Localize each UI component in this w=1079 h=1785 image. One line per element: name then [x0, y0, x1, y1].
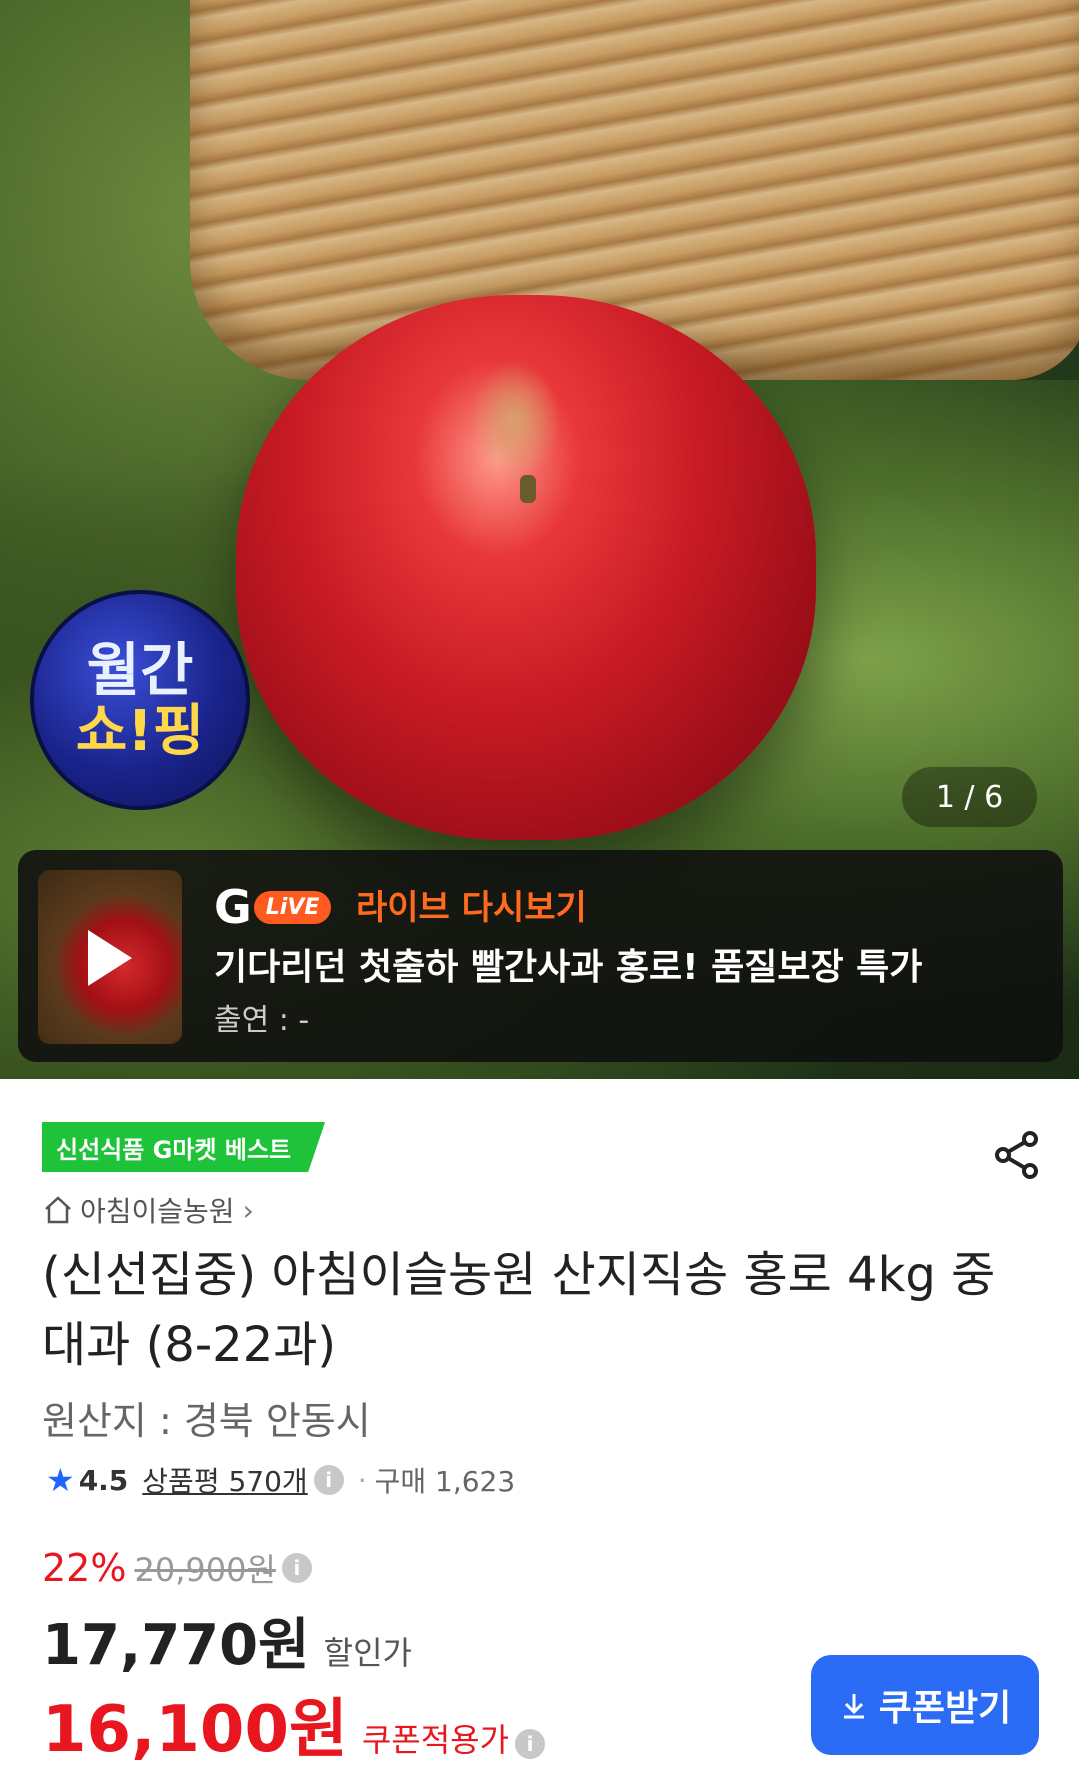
badge-line-1: 월간 [86, 636, 194, 704]
star-icon: ★ [46, 1461, 75, 1499]
coupon-label: 쿠폰적용가 [361, 1721, 510, 1759]
store-name: 아침이슬농원 [80, 1195, 235, 1228]
glive-pill: LiVE [253, 890, 332, 924]
rating-row: ★ 4.5 상품평 570개 i · 구매 1,623 [46, 1460, 515, 1500]
purchase-count: 구매 1,623 [374, 1465, 516, 1498]
review-link[interactable]: 상품평 570개 [142, 1460, 307, 1500]
live-thumbnail[interactable] [38, 870, 182, 1044]
sale-label: 할인가 [323, 1634, 412, 1672]
download-icon [843, 1694, 864, 1719]
glive-logo: G LiVE [214, 880, 332, 934]
monthly-shopping-badge: 월간 쇼!핑 [30, 590, 250, 810]
original-price: 20,900원 [134, 1551, 276, 1589]
coupon-price: 16,100원 [42, 1693, 348, 1767]
sale-price: 17,770원 [42, 1613, 310, 1678]
separator-dot: · [357, 1463, 367, 1497]
live-replay-banner[interactable]: G LiVE 라이브 다시보기 기다리던 첫출하 빨간사과 홍로! 품질보장 특… [18, 850, 1063, 1062]
info-icon[interactable]: i [515, 1729, 546, 1759]
coupon-row: 16,100원 쿠폰적용가 i [42, 1678, 546, 1770]
live-cast: 출연 : - [214, 1003, 310, 1038]
product-image-carousel[interactable]: 월간 쇼!핑 1 / 6 G LiVE 라이브 다시보기 기다리던 첫출하 빨간… [0, 0, 1079, 1079]
best-tag: 신선식품 G마켓 베스트 [42, 1122, 326, 1172]
info-icon[interactable]: i [313, 1465, 344, 1495]
coupon-button-label: 쿠폰받기 [878, 1688, 1012, 1729]
live-title: 기다리던 첫출하 빨간사과 홍로! 품질보장 특가 [214, 947, 923, 988]
chevron-right-icon: › [242, 1193, 254, 1227]
product-title: (신선집중) 아침이슬농원 산지직송 홍로 4kg 중대과 (8-22과) [42, 1247, 996, 1373]
play-icon [88, 930, 132, 986]
sale-row: 17,770원 할인가 [42, 1600, 412, 1681]
home-icon [45, 1196, 71, 1224]
info-icon[interactable]: i [281, 1553, 312, 1583]
share-icon[interactable] [990, 1128, 1044, 1182]
badge-line-2: 쇼!핑 [75, 699, 205, 764]
image-pager: 1 / 6 [902, 767, 1037, 827]
product-origin: 원산지 : 경북 안동시 [42, 1399, 371, 1443]
glive-g-letter: G [214, 880, 252, 934]
coupon-download-button[interactable]: 쿠폰받기 [811, 1655, 1039, 1755]
apple-highlight [470, 360, 560, 480]
discount-percent: 22% [42, 1546, 127, 1590]
discount-row: 22% 20,900원 i [42, 1545, 312, 1591]
live-replay-label: 라이브 다시보기 [356, 888, 587, 928]
rating-value: 4.5 [78, 1463, 129, 1497]
apple-stem [520, 475, 536, 503]
store-link[interactable]: 아침이슬농원 › [42, 1190, 254, 1230]
